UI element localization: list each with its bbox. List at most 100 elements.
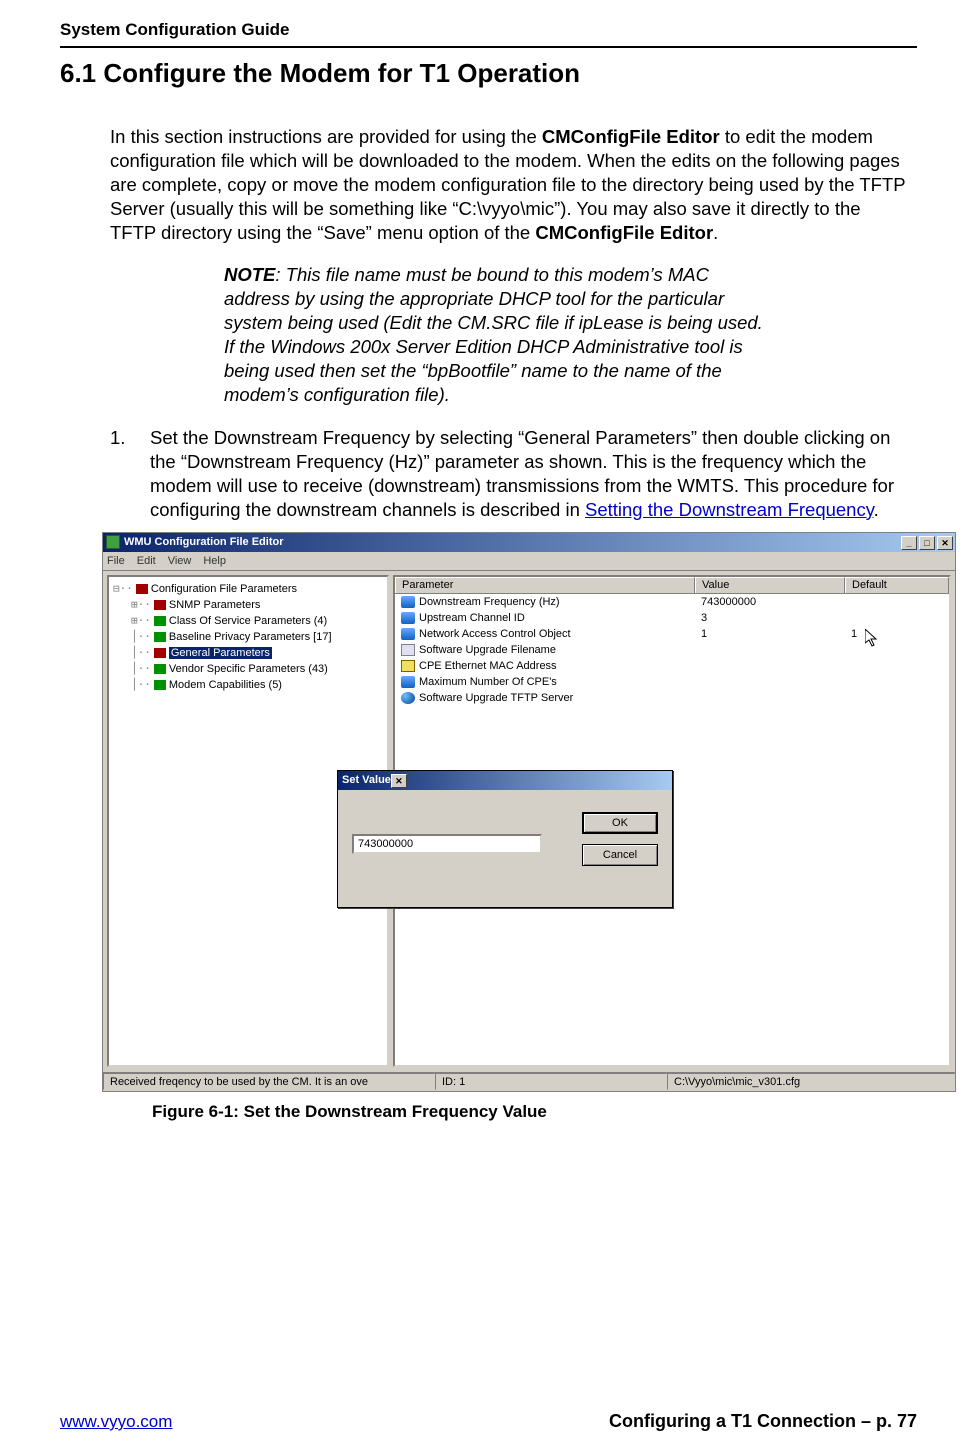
tree-expand-icon[interactable]: │··	[131, 678, 151, 691]
col-parameter[interactable]: Parameter	[395, 577, 695, 593]
intro-bold-1: CMConfigFile Editor	[542, 126, 720, 147]
statusbar: Received freqency to be used by the CM. …	[103, 1072, 955, 1091]
status-message: Received freqency to be used by the CM. …	[103, 1073, 435, 1090]
param-icon	[154, 616, 166, 626]
dialog-title: Set Value	[342, 774, 391, 786]
note-block: NOTE: This file name must be bound to th…	[224, 263, 767, 407]
param-icon	[154, 680, 166, 690]
titlebar: WMU Configuration File Editor _ □ ✕	[103, 533, 955, 552]
status-id: ID: 1	[435, 1073, 667, 1090]
tree-expand-icon[interactable]: ⊟··	[113, 582, 133, 595]
param-name: Software Upgrade Filename	[419, 644, 556, 656]
tree-label: Class Of Service Parameters (4)	[169, 615, 327, 627]
list-row[interactable]: Downstream Frequency (Hz) 743000000	[395, 594, 949, 610]
tree-expand-icon[interactable]: │··	[131, 630, 151, 643]
step-text-2: .	[874, 499, 879, 520]
menubar: File Edit View Help	[103, 552, 955, 571]
folder-icon	[154, 600, 166, 610]
param-value: 3	[695, 612, 845, 624]
param-name: Upstream Channel ID	[419, 612, 525, 624]
tree-expand-icon[interactable]: │··	[131, 662, 151, 675]
status-path: C:\Vyyo\mic\mic_v301.cfg	[667, 1073, 955, 1090]
list-row[interactable]: Software Upgrade TFTP Server	[395, 690, 949, 706]
menu-help[interactable]: Help	[203, 555, 226, 567]
col-default[interactable]: Default	[845, 577, 949, 593]
tree-label: Modem Capabilities (5)	[169, 679, 282, 691]
list-row[interactable]: Software Upgrade Filename	[395, 642, 949, 658]
tree-expand-icon[interactable]: ⊞··	[131, 598, 151, 611]
intro-bold-2: CMConfigFile Editor	[535, 222, 713, 243]
blue-icon	[401, 612, 415, 624]
param-icon	[154, 664, 166, 674]
step-number: 1.	[110, 426, 150, 450]
maximize-button[interactable]: □	[919, 536, 935, 550]
param-value: 1	[695, 628, 845, 640]
ok-button[interactable]: OK	[582, 812, 658, 834]
list-row[interactable]: CPE Ethernet MAC Address	[395, 658, 949, 674]
list-row[interactable]: Network Access Control Object 11	[395, 626, 949, 642]
window-title: WMU Configuration File Editor	[124, 536, 901, 548]
list-row[interactable]: Maximum Number Of CPE's	[395, 674, 949, 690]
app-icon	[106, 535, 120, 549]
blue-icon	[401, 628, 415, 640]
list-rows: Downstream Frequency (Hz) 743000000 Upstre…	[395, 594, 949, 706]
cancel-button[interactable]: Cancel	[582, 844, 658, 866]
app-window: WMU Configuration File Editor _ □ ✕ File…	[102, 532, 956, 1092]
doc-header: System Configuration Guide	[60, 20, 917, 40]
figure-wrap: WMU Configuration File Editor _ □ ✕ File…	[102, 532, 956, 1092]
tree-item[interactable]: ⊞·· SNMP Parameters	[111, 597, 385, 613]
footer-link[interactable]: www.vyyo.com	[60, 1412, 172, 1432]
intro-text-a: In this section instructions are provide…	[110, 126, 542, 147]
tree-item[interactable]: │·· Vendor Specific Parameters (43)	[111, 661, 385, 677]
card-icon	[401, 660, 415, 672]
param-icon	[154, 632, 166, 642]
param-default: 1	[845, 628, 949, 640]
tree-label: Vendor Specific Parameters (43)	[169, 663, 328, 675]
figure-caption: Figure 6-1: Set the Downstream Frequency…	[152, 1102, 917, 1122]
tree-item[interactable]: │·· Baseline Privacy Parameters [17]	[111, 629, 385, 645]
param-name: Maximum Number Of CPE's	[419, 676, 557, 688]
footer-page-info: Configuring a T1 Connection – p. 77	[609, 1411, 917, 1432]
param-name: Network Access Control Object	[419, 628, 571, 640]
list-header: Parameter Value Default	[395, 577, 949, 594]
folder-icon	[154, 648, 166, 658]
param-value: 743000000	[695, 596, 845, 608]
dialog-close-button[interactable]: ✕	[391, 774, 407, 788]
section-heading: 6.1 Configure the Modem for T1 Operation	[60, 58, 917, 89]
tree-label: Configuration File Parameters	[151, 583, 297, 595]
note-label: NOTE	[224, 264, 275, 285]
list-row[interactable]: Upstream Channel ID 3	[395, 610, 949, 626]
close-button[interactable]: ✕	[937, 536, 953, 550]
page-footer: www.vyyo.com Configuring a T1 Connection…	[60, 1411, 917, 1432]
tree-expand-icon[interactable]: ⊞··	[131, 614, 151, 627]
tree-item[interactable]: │·· Modem Capabilities (5)	[111, 677, 385, 693]
tree-label: SNMP Parameters	[169, 599, 261, 611]
note-text: : This file name must be bound to this m…	[224, 264, 763, 405]
menu-view[interactable]: View	[168, 555, 192, 567]
tree-item[interactable]: │·· General Parameters	[111, 645, 385, 661]
menu-file[interactable]: File	[107, 555, 125, 567]
menu-edit[interactable]: Edit	[137, 555, 156, 567]
value-input[interactable]	[352, 834, 542, 854]
step-link[interactable]: Setting the Downstream Frequency	[585, 499, 874, 520]
tree-label: Baseline Privacy Parameters [17]	[169, 631, 332, 643]
intro-text-e: .	[713, 222, 718, 243]
minimize-button[interactable]: _	[901, 536, 917, 550]
globe-icon	[401, 692, 415, 704]
param-name: Downstream Frequency (Hz)	[419, 596, 560, 608]
tree-item[interactable]: ⊟·· Configuration File Parameters	[111, 581, 385, 597]
step-1: 1.Set the Downstream Frequency by select…	[150, 426, 907, 522]
param-name: CPE Ethernet MAC Address	[419, 660, 557, 672]
param-name: Software Upgrade TFTP Server	[419, 692, 573, 704]
tree-label: General Parameters	[169, 647, 272, 659]
tree-item[interactable]: ⊞·· Class Of Service Parameters (4)	[111, 613, 385, 629]
dialog-titlebar: Set Value ✕	[338, 771, 672, 790]
dialog-body: OK Cancel	[338, 790, 672, 909]
col-value[interactable]: Value	[695, 577, 845, 593]
wrench-icon	[401, 644, 415, 656]
header-rule	[60, 46, 917, 48]
window-buttons: _ □ ✕	[901, 534, 955, 550]
set-value-dialog: Set Value ✕ OK Cancel	[337, 770, 673, 908]
intro-paragraph: In this section instructions are provide…	[110, 125, 907, 245]
tree-expand-icon[interactable]: │··	[131, 646, 151, 659]
